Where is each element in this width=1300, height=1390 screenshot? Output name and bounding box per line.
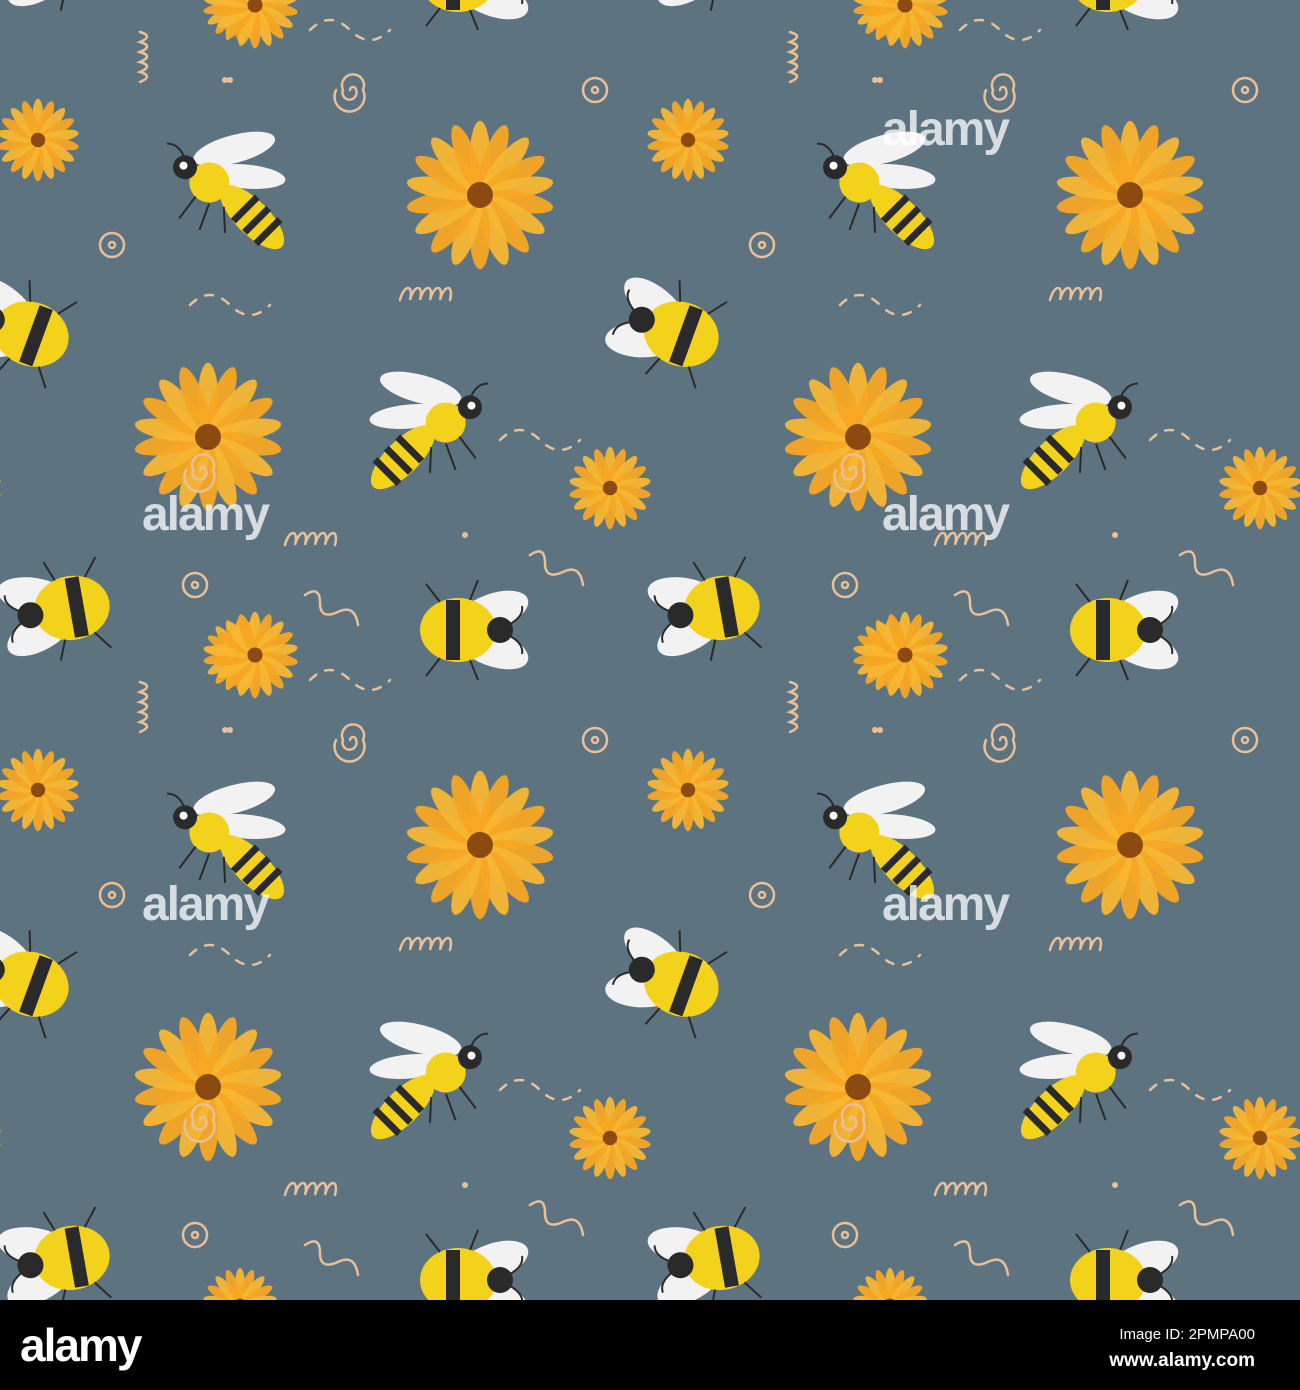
flower-center: [1252, 1130, 1268, 1146]
flower-center: [30, 132, 46, 148]
dot-doodle: [462, 532, 468, 538]
flower-center: [602, 480, 618, 496]
site-url[interactable]: www.alamy.com: [1109, 1350, 1255, 1372]
footer-bar: alamy Image ID: 2PMPA00 www.alamy.com: [0, 1300, 1300, 1390]
stripe: [1096, 600, 1110, 660]
head: [487, 1267, 513, 1293]
flower-center: [680, 782, 696, 798]
stripe: [1096, 0, 1110, 10]
dot-doodle: [877, 77, 883, 83]
flower-center: [1117, 182, 1143, 208]
dot-doodle: [877, 727, 883, 733]
flower-center: [467, 832, 493, 858]
flower-center: [602, 1130, 618, 1146]
flower-center: [680, 132, 696, 148]
head: [487, 617, 513, 643]
stripe: [446, 0, 460, 10]
flower-center: [195, 1074, 221, 1100]
bee-flower-pattern: [0, 0, 1300, 1300]
stripe: [1096, 1250, 1110, 1300]
flower-center: [1252, 480, 1268, 496]
dot-doodle: [462, 1182, 468, 1188]
flower-center: [845, 424, 871, 450]
flower-center: [30, 782, 46, 798]
head: [1137, 1267, 1163, 1293]
stripe: [446, 1250, 460, 1300]
flower-center: [195, 424, 221, 450]
dot-doodle: [1112, 1182, 1118, 1188]
stripe: [446, 600, 460, 660]
flower-center: [897, 647, 913, 663]
image-id: Image ID: 2PMPA00: [1119, 1326, 1255, 1343]
head: [1137, 617, 1163, 643]
flower-center: [247, 647, 263, 663]
flower-center: [467, 182, 493, 208]
flower-center: [845, 1074, 871, 1100]
dot-doodle: [227, 727, 233, 733]
alamy-logo[interactable]: alamy: [20, 1320, 142, 1370]
dot-doodle: [227, 77, 233, 83]
dot-doodle: [1112, 532, 1118, 538]
flower-center: [1117, 832, 1143, 858]
